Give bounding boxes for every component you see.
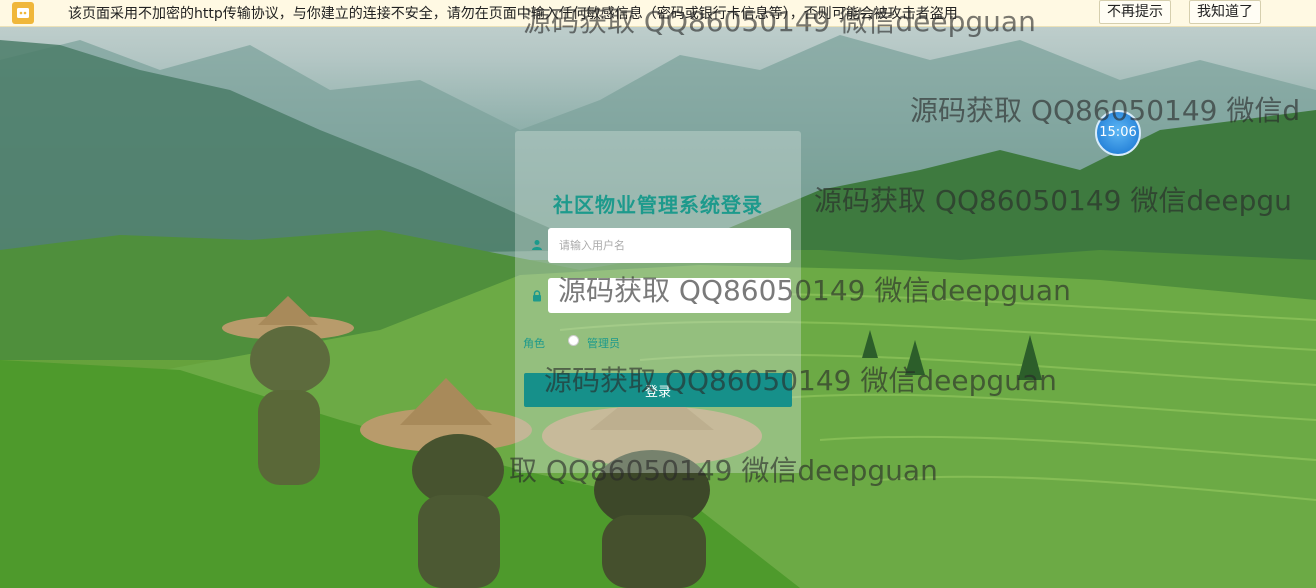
clock-widget[interactable]: 15:06 (1095, 110, 1141, 156)
password-input[interactable] (548, 278, 791, 313)
login-button[interactable]: 登录 (524, 373, 792, 407)
security-warning-bar: 该页面采用不加密的http传输协议，与你建立的连接不安全，请勿在页面中输入任何敏… (0, 0, 1316, 27)
role-label: 角色 (523, 337, 545, 350)
warning-page-icon (12, 2, 34, 24)
got-it-button[interactable]: 我知道了 (1189, 0, 1261, 24)
security-warning-text: 该页面采用不加密的http传输协议，与你建立的连接不安全，请勿在页面中输入任何敏… (68, 6, 958, 22)
user-icon (532, 240, 542, 250)
role-radio-admin[interactable] (568, 335, 579, 346)
username-input[interactable] (548, 228, 791, 263)
lock-icon (533, 290, 541, 302)
role-option-admin-label[interactable]: 管理员 (587, 335, 620, 351)
login-panel: 社区物业管理系统登录 角色 管理员 登录 (515, 131, 801, 473)
dont-remind-button[interactable]: 不再提示 (1099, 0, 1171, 24)
login-title: 社区物业管理系统登录 (553, 193, 763, 217)
